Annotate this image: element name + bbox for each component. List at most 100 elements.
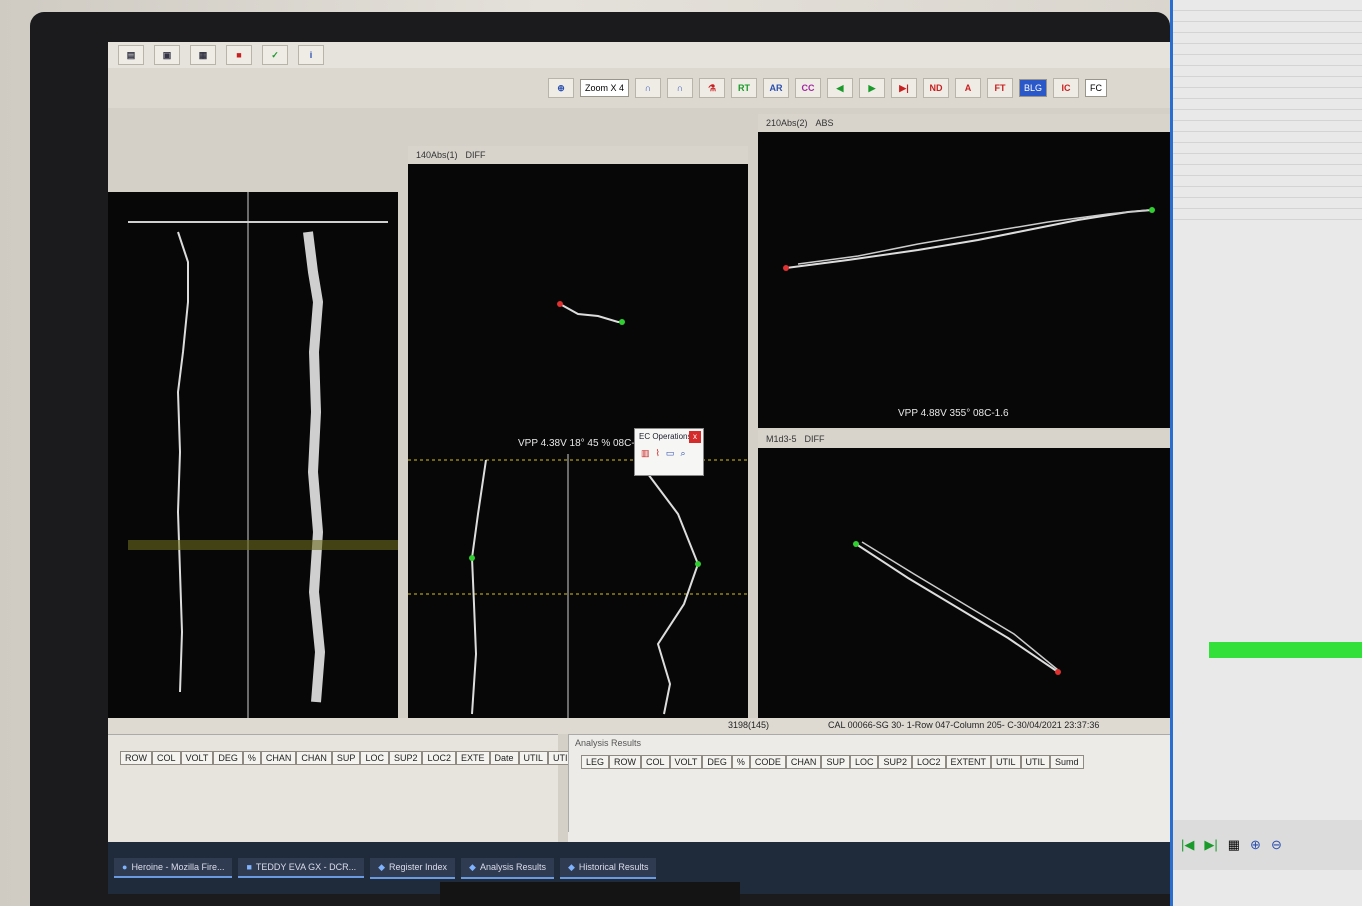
readout-top-right: VPP 4.88V 355° 08C-1.6 bbox=[898, 408, 1009, 419]
panel-right-top-name: 210Abs(2) bbox=[766, 118, 808, 128]
left-results-header: ROW COL VOLT DEG % CHAN CHAN SUP LOC SUP… bbox=[108, 735, 578, 765]
taskbar-item-analysis[interactable]: ◆ Analysis Results bbox=[461, 857, 554, 879]
taskbar-item-firefox[interactable]: ● Heroine - Mozilla Fire... bbox=[114, 858, 233, 878]
grid-row bbox=[1173, 44, 1362, 55]
panel-right-bottom-mode: DIFF bbox=[804, 434, 825, 444]
flask-icon[interactable]: ⚗ bbox=[699, 78, 726, 98]
analysis-icon: ◆ bbox=[469, 861, 476, 872]
prev-arrow-icon[interactable]: ◀ bbox=[827, 78, 854, 98]
rt-button[interactable]: RT bbox=[731, 78, 758, 98]
first-icon-right[interactable]: |◀ bbox=[1181, 837, 1194, 853]
fc-select[interactable]: FC bbox=[1085, 79, 1108, 97]
lissajous-mid-top-svg bbox=[557, 301, 625, 325]
skip-icon[interactable]: ▶| bbox=[891, 78, 918, 98]
grid-row bbox=[1173, 165, 1362, 176]
register-icon: ◆ bbox=[378, 861, 386, 872]
zoom-out-icon-right[interactable]: ⊖ bbox=[1271, 837, 1282, 853]
file-icon[interactable]: ▤ bbox=[118, 45, 144, 65]
ar-col-9: LOC bbox=[849, 755, 879, 769]
nd-button[interactable]: ND bbox=[923, 78, 950, 98]
grid-row bbox=[1173, 11, 1362, 22]
next-arrow-icon[interactable]: ▶ bbox=[859, 78, 886, 98]
open-icon[interactable]: ▣ bbox=[154, 45, 180, 65]
monitor-stand bbox=[440, 882, 740, 906]
analysis-results-title: Analysis Results bbox=[575, 738, 642, 748]
ar-col-7: CHAN bbox=[785, 755, 822, 769]
app-icon: ■ bbox=[246, 862, 252, 872]
book-icon[interactable]: ▥ bbox=[641, 448, 650, 459]
taskbar-item-historical[interactable]: ◆ Historical Results bbox=[560, 857, 657, 879]
popup-close-button[interactable]: x bbox=[689, 431, 701, 443]
strip-chart-left[interactable] bbox=[108, 192, 398, 718]
marker-left bbox=[469, 555, 475, 561]
left-col-6: CHAN bbox=[296, 751, 332, 765]
grid-row bbox=[1173, 77, 1362, 88]
ar-col-6: CODE bbox=[749, 755, 786, 769]
left-col-0: ROW bbox=[120, 751, 152, 765]
lissajous-right-bottom-svg bbox=[853, 541, 1061, 675]
taskbar-label-4: Historical Results bbox=[578, 861, 649, 872]
grid-row bbox=[1173, 88, 1362, 99]
ft-button[interactable]: FT bbox=[987, 78, 1014, 98]
panel-header-right-top: 210Abs(2) ABS bbox=[758, 114, 1188, 132]
right-grid bbox=[1173, 0, 1362, 220]
magnet-icon[interactable]: ∩ bbox=[635, 78, 662, 98]
ic-button[interactable]: IC bbox=[1053, 78, 1080, 98]
end-marker-right bbox=[1149, 207, 1155, 213]
panel-mid-mode: DIFF bbox=[465, 150, 486, 160]
grid-row bbox=[1173, 0, 1362, 11]
grid-row bbox=[1173, 187, 1362, 198]
left-col-2: VOLT bbox=[180, 751, 214, 765]
taskbar-item-register[interactable]: ◆ Register Index bbox=[370, 857, 456, 879]
ar-col-8: SUP bbox=[821, 755, 850, 769]
lissajous-plot-right-bottom[interactable] bbox=[758, 448, 1188, 718]
monitor-bezel: ▤ ▣ ▦ ■ ✓ i ⊕ Zoom X 4 ∩ ∩ ⚗ RT AR CC ◀ … bbox=[30, 12, 1188, 906]
left-col-10: LOC2 bbox=[422, 751, 456, 765]
blg-select[interactable]: BLG bbox=[1019, 79, 1048, 97]
left-col-11: EXTE bbox=[455, 751, 490, 765]
selected-row-highlight[interactable] bbox=[1209, 642, 1362, 658]
status-bar: 3198(145) CAL 00066-SG 30- 1-Row 047-Col… bbox=[108, 718, 1188, 734]
panel-right-bottom-name: M1d3-5 bbox=[766, 434, 797, 444]
screen: ▤ ▣ ▦ ■ ✓ i ⊕ Zoom X 4 ∩ ∩ ⚗ RT AR CC ◀ … bbox=[108, 42, 1188, 894]
panel-right-top-mode: ABS bbox=[815, 118, 834, 128]
grid-row bbox=[1173, 209, 1362, 220]
grid-row bbox=[1173, 176, 1362, 187]
grid-row bbox=[1173, 132, 1362, 143]
ruler-icon[interactable]: ▭ bbox=[666, 448, 675, 459]
lissajous-plot-mid-top[interactable] bbox=[408, 164, 748, 454]
strip-plot-mid-bottom[interactable] bbox=[408, 454, 748, 718]
check-icon[interactable]: ✓ bbox=[262, 45, 288, 65]
historical-icon: ◆ bbox=[568, 861, 575, 872]
last-icon-right[interactable]: ▶| bbox=[1204, 837, 1217, 853]
lissajous-plot-right-top[interactable] bbox=[758, 132, 1188, 428]
zoom-select[interactable]: Zoom X 4 bbox=[580, 79, 630, 97]
grid-row bbox=[1173, 121, 1362, 132]
marker-right bbox=[695, 561, 701, 567]
magnifier-icon[interactable]: ⌕ bbox=[680, 448, 685, 459]
ar-col-14: UTIL bbox=[1020, 755, 1051, 769]
info-icon[interactable]: i bbox=[298, 45, 324, 65]
grid-row bbox=[1173, 22, 1362, 33]
strip-mid-bottom-svg bbox=[408, 454, 748, 718]
cc-button[interactable]: CC bbox=[795, 78, 822, 98]
right-monitor-panel: |◀ ▶| ▦ ⊕ ⊖ bbox=[1170, 0, 1362, 906]
zoom-in-icon-right[interactable]: ⊕ bbox=[1250, 837, 1261, 853]
cursor-icon[interactable]: ⊕ bbox=[548, 78, 574, 98]
left-col-9: SUP2 bbox=[388, 751, 423, 765]
ar-button[interactable]: AR bbox=[763, 78, 790, 98]
ar-col-2: COL bbox=[641, 755, 670, 769]
a-button[interactable]: A bbox=[955, 78, 982, 98]
ec-operations-popup[interactable]: EC Operations x ▥ ⌇ ▭ ⌕ bbox=[634, 428, 704, 476]
right-panel-toolbar: |◀ ▶| ▦ ⊕ ⊖ bbox=[1173, 820, 1362, 870]
grid-row bbox=[1173, 110, 1362, 121]
clipboard-icon-right[interactable]: ▦ bbox=[1228, 837, 1240, 853]
magnet-icon-2[interactable]: ∩ bbox=[667, 78, 694, 98]
save-icon[interactable]: ▦ bbox=[190, 45, 216, 65]
left-col-3: DEG bbox=[213, 751, 243, 765]
taskbar-item-teddy[interactable]: ■ TEDDY EVA GX - DCR... bbox=[238, 858, 365, 878]
chart-icon[interactable]: ⌇ bbox=[656, 448, 660, 459]
ar-col-11: LOC2 bbox=[911, 755, 946, 769]
panel-mid-name: 140Abs(1) bbox=[416, 150, 458, 160]
stop-icon[interactable]: ■ bbox=[226, 45, 252, 65]
